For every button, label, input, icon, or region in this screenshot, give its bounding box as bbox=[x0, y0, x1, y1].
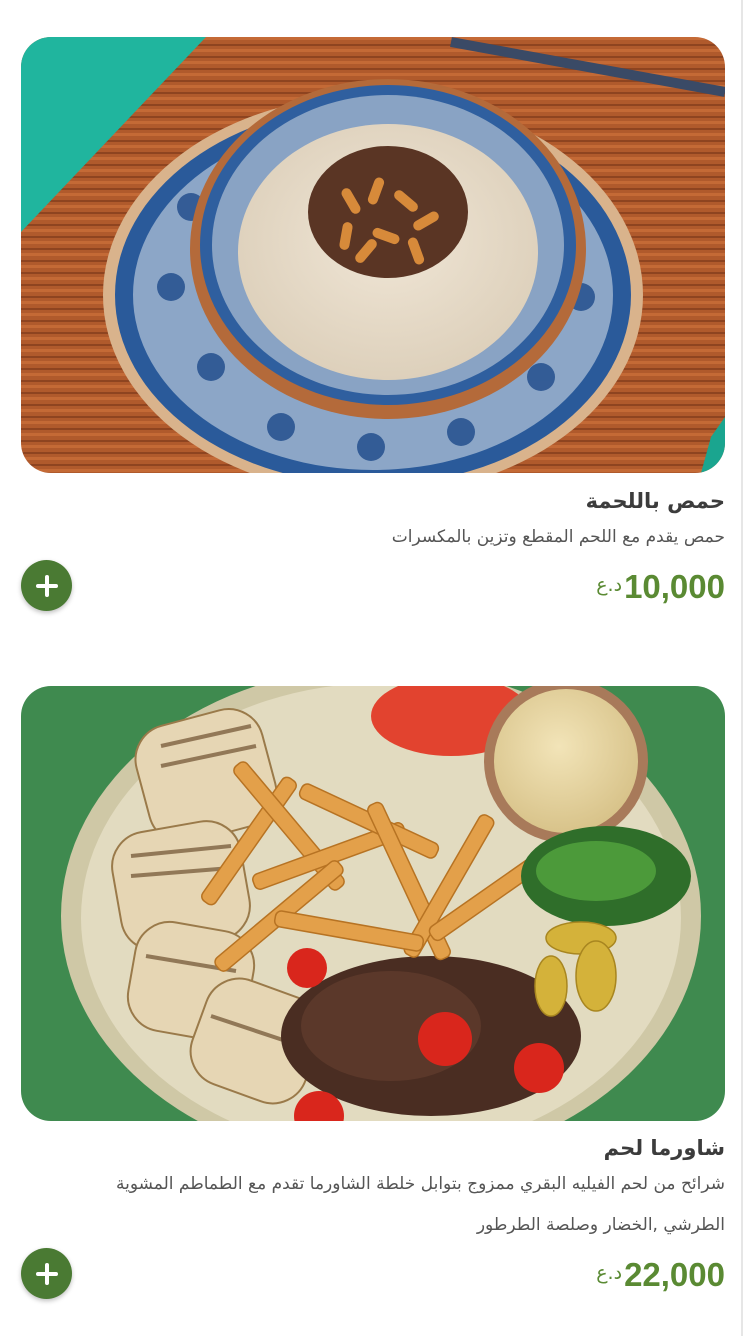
menu-item-title: حمص باللحمة bbox=[585, 489, 725, 513]
menu-item-price: د.ع 10,000 bbox=[596, 570, 725, 603]
price-amount: 22,000 bbox=[624, 1256, 725, 1293]
menu-item-description: شرائح من لحم الفيليه البقري ممزوج بتوابل… bbox=[115, 1174, 725, 1194]
menu-item-description: حمص يقدم مع اللحم المقطع وتزين بالمكسرات bbox=[391, 527, 725, 547]
price-currency: د.ع bbox=[596, 1262, 623, 1284]
menu-item-photo[interactable] bbox=[21, 686, 725, 1121]
plus-icon bbox=[35, 574, 58, 597]
menu-item-title: شاورما لحم bbox=[603, 1136, 725, 1160]
menu-page: حمص باللحمة حمص يقدم مع اللحم المقطع وتز… bbox=[0, 0, 743, 1336]
add-to-cart-button[interactable] bbox=[21, 1248, 72, 1299]
hummus-photo-illustration bbox=[21, 37, 725, 473]
menu-item-description-line-2: الطرشي ,الخضار وصلصة الطرطور bbox=[476, 1215, 725, 1235]
price-amount: 10,000 bbox=[624, 568, 725, 605]
plus-icon bbox=[35, 1262, 58, 1285]
add-to-cart-button[interactable] bbox=[21, 560, 72, 611]
shawarma-photo-illustration bbox=[21, 686, 725, 1121]
menu-item-photo[interactable] bbox=[21, 37, 725, 473]
menu-item-price: د.ع 22,000 bbox=[596, 1258, 725, 1291]
menu-item-card[interactable]: شاورما لحم شرائح من لحم الفيليه البقري م… bbox=[21, 686, 725, 1306]
price-currency: د.ع bbox=[596, 574, 623, 596]
menu-item-card[interactable]: حمص باللحمة حمص يقدم مع اللحم المقطع وتز… bbox=[21, 37, 725, 617]
